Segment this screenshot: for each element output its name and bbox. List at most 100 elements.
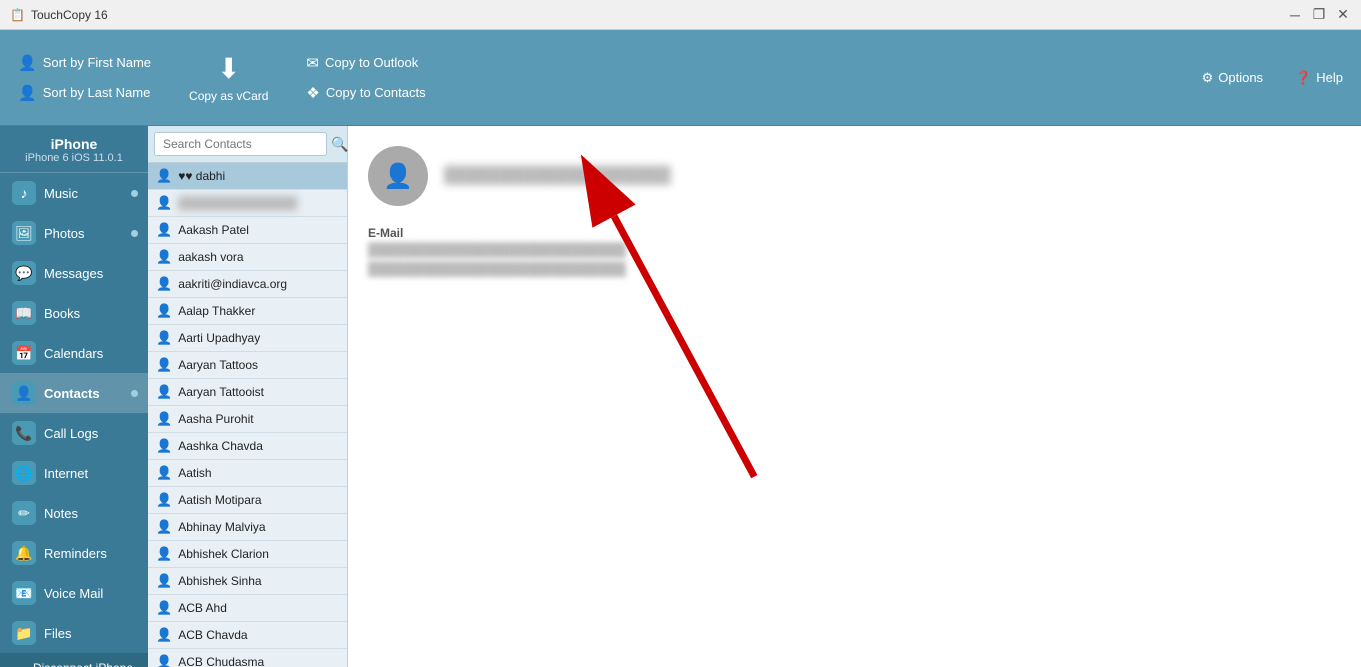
contact-item[interactable]: 👤Aashka Chavda	[148, 433, 347, 460]
sidebar-item-calendars[interactable]: 📅 Calendars	[0, 333, 148, 373]
calllogs-icon: 📞	[12, 421, 36, 445]
contact-item[interactable]: 👤Aatish Motipara	[148, 487, 347, 514]
close-button[interactable]: ✕	[1335, 7, 1351, 23]
email-value-2: ████████████████████████████	[368, 261, 1341, 276]
contact-name: Abhishek Clarion	[178, 547, 269, 561]
contact-name: Aatish Motipara	[178, 493, 261, 507]
title-bar-controls: ─ ❐ ✕	[1287, 7, 1351, 23]
sidebar-label-internet: Internet	[44, 466, 88, 481]
copy-vcard-container: ⬇ Copy as vCard	[169, 48, 288, 107]
detail-panel: 👤 ████████████████████ E-Mail ██████████…	[348, 126, 1361, 667]
voicemail-icon: 📧	[12, 581, 36, 605]
photos-icon: 🖼	[12, 221, 36, 245]
contact-person-icon: 👤	[156, 600, 172, 616]
copy-contacts-icon: ❖	[306, 84, 319, 102]
sidebar-label-calendars: Calendars	[44, 346, 103, 361]
help-icon: ❓	[1295, 70, 1311, 86]
contact-item[interactable]: 👤ACB Chavda	[148, 622, 347, 649]
sidebar-item-messages[interactable]: 💬 Messages	[0, 253, 148, 293]
contact-item[interactable]: 👤aakash vora	[148, 244, 347, 271]
search-button[interactable]: 🔍	[331, 136, 348, 153]
help-button[interactable]: ❓ Help	[1287, 66, 1351, 90]
contact-item[interactable]: 👤♥♥ dabhi	[148, 163, 347, 190]
sidebar-item-reminders[interactable]: 🔔 Reminders	[0, 533, 148, 573]
contact-item[interactable]: 👤 Aakash Patel	[148, 217, 347, 244]
disconnect-label: Disconnect iPhone 6	[33, 661, 136, 667]
contact-item[interactable]: 👤██████████████	[148, 190, 347, 217]
sidebar-label-calllogs: Call Logs	[44, 426, 98, 441]
contact-person-icon: 👤	[156, 654, 172, 667]
sort-first-name-icon: 👤	[18, 54, 37, 72]
device-name: iPhone	[12, 136, 136, 152]
contact-person-icon: 👤	[156, 330, 172, 346]
copy-group: ✉ Copy to Outlook ❖ Copy to Contacts	[298, 50, 433, 106]
contact-name: Aatish	[178, 466, 211, 480]
sidebar-label-notes: Notes	[44, 506, 78, 521]
device-sub: iPhone 6 iOS 11.0.1	[12, 152, 136, 164]
contact-person-icon: 👤	[156, 465, 172, 481]
app-container: 👤 Sort by First Name 👤 Sort by Last Name…	[0, 30, 1361, 667]
sidebar-item-books[interactable]: 📖 Books	[0, 293, 148, 333]
contact-person-icon: 👤	[156, 303, 172, 319]
sort-by-first-name-button[interactable]: 👤 Sort by First Name	[10, 50, 159, 76]
contact-item[interactable]: 👤ACB Ahd	[148, 595, 347, 622]
sidebar: iPhone iPhone 6 iOS 11.0.1 ♪ Music 🖼 Pho…	[0, 126, 148, 667]
avatar: 👤	[368, 146, 428, 206]
contact-item[interactable]: 👤 Aarti Upadhyay	[148, 325, 347, 352]
sidebar-item-music[interactable]: ♪ Music	[0, 173, 148, 213]
sidebar-label-files: Files	[44, 626, 71, 641]
copy-as-vcard-button[interactable]: ⬇ Copy as vCard	[177, 48, 280, 107]
copy-outlook-icon: ✉	[306, 54, 319, 72]
title-bar-left: 📋 TouchCopy 16	[10, 8, 108, 22]
contact-item[interactable]: 👤ACB Chudasma	[148, 649, 347, 667]
contact-item[interactable]: 👤Aaryan Tattoos	[148, 352, 347, 379]
music-dot	[131, 190, 138, 197]
copy-to-outlook-button[interactable]: ✉ Copy to Outlook	[298, 50, 433, 76]
sidebar-item-notes[interactable]: ✏ Notes	[0, 493, 148, 533]
app-icon: 📋	[10, 8, 25, 22]
sidebar-item-calllogs[interactable]: 📞 Call Logs	[0, 413, 148, 453]
sidebar-label-photos: Photos	[44, 226, 84, 241]
sidebar-item-files[interactable]: 📁 Files	[0, 613, 148, 653]
options-button[interactable]: ⚙ Options	[1194, 66, 1271, 90]
content-area: iPhone iPhone 6 iOS 11.0.1 ♪ Music 🖼 Pho…	[0, 126, 1361, 667]
detail-name-area: ████████████████████	[444, 167, 671, 185]
sidebar-item-contacts[interactable]: 👤 Contacts	[0, 373, 148, 413]
sidebar-label-messages: Messages	[44, 266, 103, 281]
music-icon: ♪	[12, 181, 36, 205]
sidebar-item-internet[interactable]: 🌐 Internet	[0, 453, 148, 493]
sort-by-last-name-button[interactable]: 👤 Sort by Last Name	[10, 80, 159, 106]
contacts-dot	[131, 390, 138, 397]
contact-item[interactable]: 👤aakriti@indiavca.org	[148, 271, 347, 298]
contact-item[interactable]: 👤Aalap Thakker	[148, 298, 347, 325]
contact-name: Aakash Patel	[178, 223, 249, 237]
contact-item[interactable]: 👤Abhinay Malviya	[148, 514, 347, 541]
sort-last-name-icon: 👤	[18, 84, 37, 102]
app-title: TouchCopy 16	[31, 8, 108, 22]
restore-button[interactable]: ❐	[1311, 7, 1327, 23]
contact-name: Abhinay Malviya	[178, 520, 265, 534]
notes-icon: ✏	[12, 501, 36, 525]
contact-item[interactable]: 👤Aasha Purohit	[148, 406, 347, 433]
files-icon: 📁	[12, 621, 36, 645]
contact-person-icon: 👤	[156, 195, 172, 211]
sidebar-item-voicemail[interactable]: 📧 Voice Mail	[0, 573, 148, 613]
contact-item[interactable]: 👤 Aatish	[148, 460, 347, 487]
contact-person-icon: 👤	[156, 222, 172, 238]
disconnect-button[interactable]: 📱 Disconnect iPhone 6	[0, 653, 148, 667]
minimize-button[interactable]: ─	[1287, 7, 1303, 23]
contact-person-icon: 👤	[156, 411, 172, 427]
email-section: E-Mail ████████████████████████████ ████…	[368, 226, 1341, 276]
email-value-1: ████████████████████████████	[368, 242, 1341, 257]
sidebar-item-photos[interactable]: 🖼 Photos	[0, 213, 148, 253]
sidebar-label-music: Music	[44, 186, 78, 201]
sidebar-label-voicemail: Voice Mail	[44, 586, 103, 601]
contact-name: Aarti Upadhyay	[178, 331, 260, 345]
copy-to-contacts-button[interactable]: ❖ Copy to Contacts	[298, 80, 433, 106]
contact-item[interactable]: 👤Abhishek Clarion	[148, 541, 347, 568]
search-input[interactable]	[154, 132, 327, 156]
contact-item[interactable]: 👤Abhishek Sinha	[148, 568, 347, 595]
sidebar-label-reminders: Reminders	[44, 546, 107, 561]
contact-item[interactable]: 👤Aaryan Tattooist	[148, 379, 347, 406]
contact-name: aakriti@indiavca.org	[178, 277, 287, 291]
